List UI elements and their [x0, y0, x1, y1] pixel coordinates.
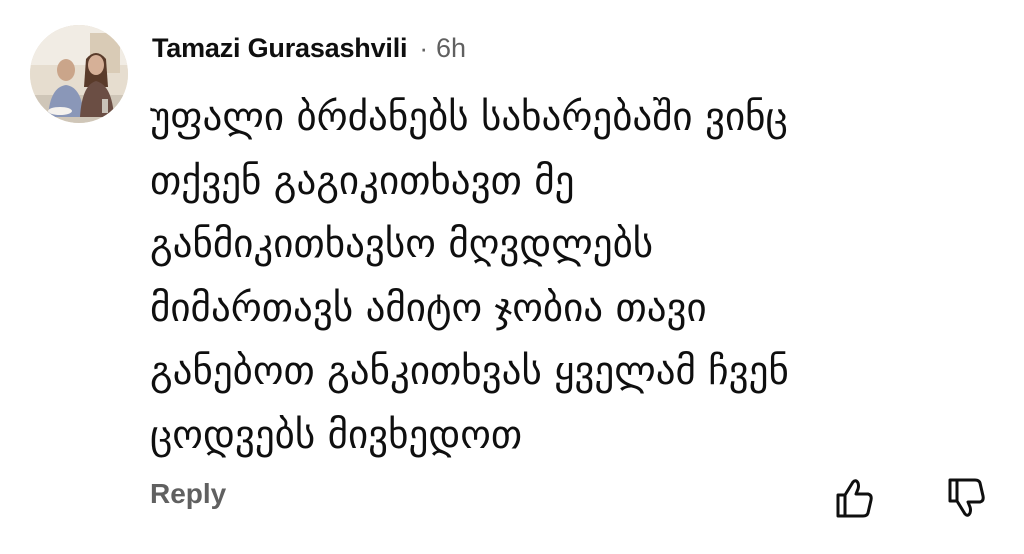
meta-separator: · — [419, 32, 428, 63]
comment-timestamp[interactable]: 6h — [436, 33, 466, 64]
comment-header: Tamazi Gurasashvili · 6h — [152, 28, 466, 68]
comment-text-line: განმიკითხავსო მღვდლებს — [150, 222, 654, 267]
comment-text-line: განებოთ განკითხვას ყველამ ჩვენ — [150, 349, 789, 394]
comment-thread-item: Tamazi Gurasashvili · 6h უფალი ბრძანებს … — [0, 0, 1024, 554]
comment-text-line: ცოდვებს მივხედოთ — [150, 412, 523, 458]
dislike-button[interactable] — [944, 474, 988, 522]
thumbs-down-icon — [948, 478, 985, 517]
comment-text-line: თქვენ გაგიკითხავთ მე — [150, 158, 575, 204]
comment-text-line: უფალი ბრძანებს სახარებაში ვინც — [150, 95, 788, 140]
avatar-photo-icon — [30, 25, 128, 123]
reply-button[interactable]: Reply — [150, 478, 226, 510]
comment-text-line: მიმართავს ამიტო ჯობია თავი — [150, 285, 707, 331]
avatar[interactable] — [30, 25, 128, 123]
comment-text: უფალი ბრძანებს სახარებაში ვინც თქვენ გაგ… — [150, 86, 980, 467]
thumbs-up-icon — [836, 479, 873, 518]
author-name[interactable]: Tamazi Gurasashvili — [152, 33, 408, 64]
comment-actions: Reply — [0, 470, 1024, 530]
like-button[interactable] — [832, 474, 876, 522]
